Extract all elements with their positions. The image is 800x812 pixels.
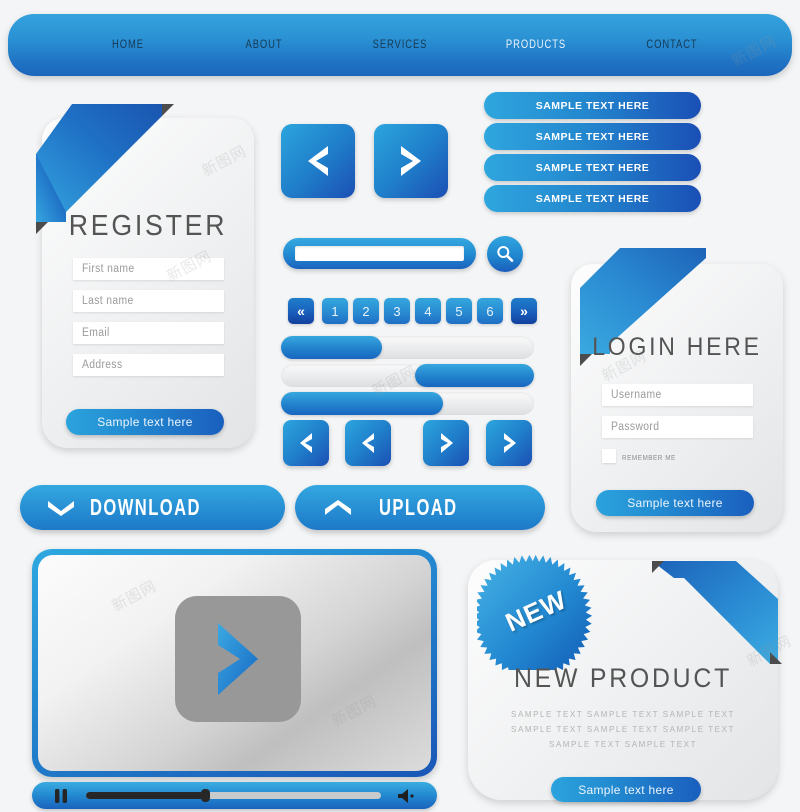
register-field-last-name[interactable]: Last name [73,290,224,312]
register-field-address-placeholder: Address [82,359,123,371]
chevron-left-icon [308,146,328,176]
video-scrubber-handle[interactable] [201,789,211,802]
new-product-body-line-2: SAMPLE TEXT SAMPLE TEXT SAMPLE TEXT [511,724,735,734]
stack-button-2[interactable]: SAMPLE TEXT HERE [484,123,701,150]
search-button[interactable] [487,236,523,272]
download-button-label: DOWNLOAD [90,494,201,520]
arrow-button-prev-1[interactable] [283,420,329,466]
register-field-first-name[interactable]: First name [73,258,224,280]
new-product-body-line-3: SAMPLE TEXT SAMPLE TEXT [548,739,698,749]
nav-item-home[interactable]: HOME [72,39,184,51]
register-field-first-name-placeholder: First name [82,263,135,275]
video-scrubber[interactable] [86,789,381,802]
main-navigation-bar: HOME ABOUT SERVICES PRODUCTS CONTACT [8,14,792,76]
nav-item-contact[interactable]: CONTACT [616,39,728,51]
chevron-right-icon [440,433,453,453]
pagination-page-5[interactable]: 5 [446,298,472,324]
download-button[interactable]: DOWNLOAD [20,485,285,530]
login-field-password[interactable]: Password [602,416,753,438]
pagination-prev-button[interactable]: « [288,298,314,324]
pagination-page-6[interactable]: 6 [477,298,503,324]
login-field-password-placeholder: Password [611,421,660,433]
carousel-prev-button[interactable] [281,124,355,198]
nav-item-products[interactable]: PRODUCTS [480,39,592,51]
remember-me-label: REMEMBER ME [622,453,676,462]
remember-me-checkbox[interactable] [602,449,616,463]
progress-bar-3-fill [281,392,443,415]
new-product-submit-button[interactable]: Sample text here [551,777,701,802]
chevron-right-icon [401,146,421,176]
chevron-up-icon [325,499,351,515]
stack-button-1[interactable]: SAMPLE TEXT HERE [484,92,701,119]
register-field-address[interactable]: Address [73,354,224,376]
chevron-right-icon [503,433,516,453]
pagination-page-1[interactable]: 1 [322,298,348,324]
register-field-last-name-placeholder: Last name [82,295,134,307]
pagination-next-button[interactable]: » [511,298,537,324]
upload-button[interactable]: UPLOAD [295,485,545,530]
new-product-title: NEW PRODUCT [513,663,733,693]
video-scrubber-fill [86,792,204,799]
login-field-username[interactable]: Username [602,384,753,406]
nav-item-about[interactable]: ABOUT [208,39,320,51]
search-icon [497,246,514,262]
ui-kit-canvas: HOME ABOUT SERVICES PRODUCTS CONTACT REG… [0,0,800,812]
search-input[interactable] [295,246,464,261]
pause-icon[interactable] [54,788,68,804]
progress-bar-1-fill [281,336,382,359]
login-field-username-placeholder: Username [611,389,662,401]
register-field-email[interactable]: Email [73,322,224,344]
nav-items-container: HOME ABOUT SERVICES PRODUCTS CONTACT [8,39,792,51]
arrow-button-next-2[interactable] [486,420,532,466]
upload-button-label: UPLOAD [379,494,458,520]
login-title: LOGIN HERE [592,333,762,361]
register-submit-button[interactable]: Sample text here [66,409,224,435]
register-field-email-placeholder: Email [82,327,110,339]
pagination-page-4[interactable]: 4 [415,298,441,324]
pagination-page-3[interactable]: 3 [384,298,410,324]
chevron-left-icon [361,433,374,453]
carousel-next-button[interactable] [374,124,448,198]
login-submit-button[interactable]: Sample text here [596,490,754,516]
stack-button-4[interactable]: SAMPLE TEXT HERE [484,185,701,212]
play-chevron-icon [218,623,258,695]
arrow-button-next-1[interactable] [423,420,469,466]
arrow-button-prev-2[interactable] [345,420,391,466]
new-product-body-line-1: SAMPLE TEXT SAMPLE TEXT SAMPLE TEXT [511,709,735,719]
video-control-bar [32,782,437,809]
nav-item-services[interactable]: SERVICES [344,39,456,51]
register-title: REGISTER [68,210,228,242]
chevron-left-icon [299,433,312,453]
volume-icon[interactable] [397,788,417,804]
chevron-down-icon [48,500,74,516]
progress-bar-2-fill [415,364,534,387]
video-play-button[interactable] [175,596,301,722]
pagination-page-2[interactable]: 2 [353,298,379,324]
stack-button-3[interactable]: SAMPLE TEXT HERE [484,154,701,181]
